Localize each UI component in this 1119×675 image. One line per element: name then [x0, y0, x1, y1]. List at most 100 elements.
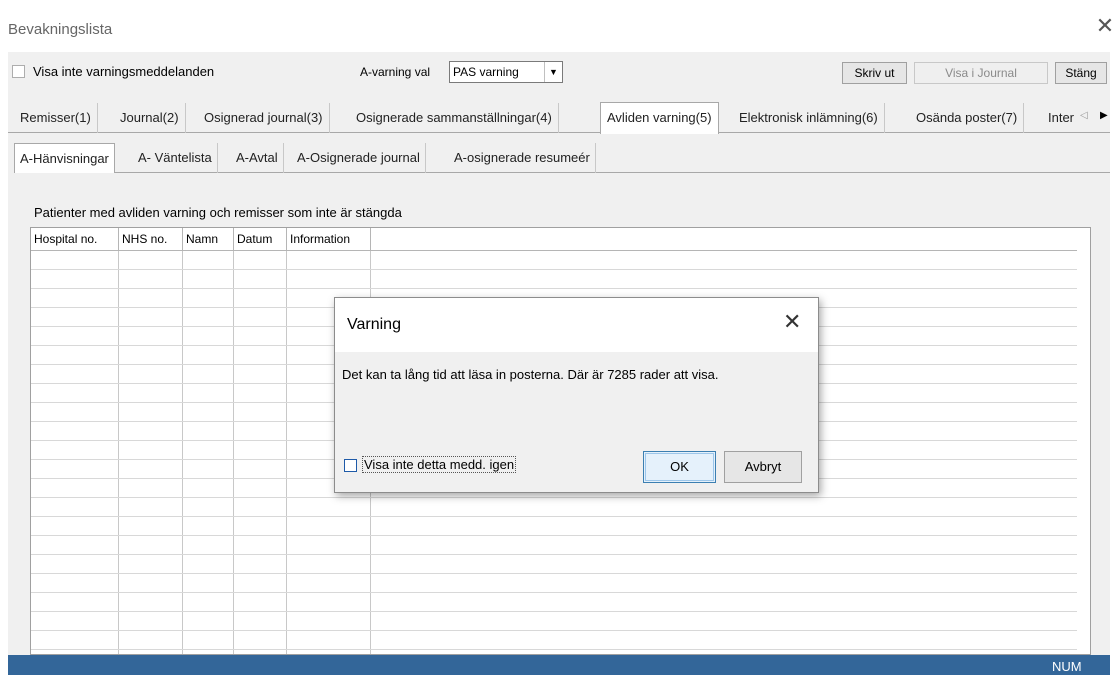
- tab-osignerade-sammanstallningar[interactable]: Osignerade sammanställningar(4): [350, 103, 559, 133]
- table-cell: [182, 611, 234, 631]
- scroll-right-icon[interactable]: ▶: [1100, 110, 1108, 121]
- tab-avliden-varning[interactable]: Avliden varning(5): [600, 102, 719, 134]
- table-cell: [118, 535, 183, 555]
- table-cell: [31, 554, 119, 574]
- table-cell: [233, 402, 287, 422]
- table-cell: [31, 535, 119, 555]
- table-cell: [31, 573, 119, 593]
- col-filler: [370, 228, 1077, 251]
- table-cell: [182, 364, 234, 384]
- table-cell: [31, 497, 119, 517]
- table-cell: [286, 535, 371, 555]
- table-cell: [233, 592, 287, 612]
- table-cell: [182, 326, 234, 346]
- warning-dialog: Varning ✕ Det kan ta lång tid att läsa i…: [334, 297, 819, 493]
- table-cell: [118, 516, 183, 536]
- table-row[interactable]: [31, 573, 1077, 593]
- col-datum[interactable]: Datum: [233, 228, 287, 251]
- tab-journal[interactable]: Journal(2): [114, 103, 186, 133]
- table-header-row: Hospital no. NHS no. Namn Datum Informat…: [31, 228, 1077, 251]
- table-cell: [31, 269, 119, 289]
- dialog-dont-show-checkbox[interactable]: [344, 459, 357, 472]
- table-cell: [286, 573, 371, 593]
- table-cell: [233, 440, 287, 460]
- col-namn[interactable]: Namn: [182, 228, 234, 251]
- tab-inter[interactable]: Inter: [1042, 103, 1080, 133]
- chevron-down-icon[interactable]: ▼: [544, 62, 562, 82]
- table-cell: [182, 307, 234, 327]
- table-cell: [31, 440, 119, 460]
- table-cell: [31, 402, 119, 422]
- table-cell: [182, 402, 234, 422]
- a-varning-select[interactable]: PAS varning ▼: [449, 61, 563, 83]
- table-cell: [182, 592, 234, 612]
- table-cell: [286, 497, 371, 517]
- print-button[interactable]: Skriv ut: [842, 62, 907, 84]
- table-cell: [118, 440, 183, 460]
- table-row[interactable]: [31, 630, 1077, 650]
- table-cell: [233, 611, 287, 631]
- close-button[interactable]: Stäng: [1055, 62, 1107, 84]
- table-cell: [31, 250, 119, 270]
- table-cell: [118, 459, 183, 479]
- dialog-ok-button[interactable]: OK: [643, 451, 716, 483]
- table-cell: [233, 250, 287, 270]
- table-cell: [233, 497, 287, 517]
- table-cell: [118, 326, 183, 346]
- table-cell: [118, 345, 183, 365]
- num-lock-indicator: NUM: [1052, 659, 1082, 674]
- table-cell: [370, 497, 1077, 517]
- table-cell: [233, 345, 287, 365]
- table-cell: [118, 383, 183, 403]
- table-row[interactable]: [31, 516, 1077, 536]
- table-cell: [182, 535, 234, 555]
- table-row[interactable]: [31, 611, 1077, 631]
- table-cell: [118, 554, 183, 574]
- table-row[interactable]: [31, 554, 1077, 574]
- table-cell: [233, 326, 287, 346]
- col-nhs-no[interactable]: NHS no.: [118, 228, 183, 251]
- window-close-icon[interactable]: ✕: [1094, 16, 1116, 38]
- table-cell: [118, 497, 183, 517]
- table-row[interactable]: [31, 535, 1077, 555]
- subtab-vantelista[interactable]: A- Väntelista: [133, 143, 218, 173]
- title-bar: [0, 8, 1119, 52]
- tab-remisser[interactable]: Remisser(1): [14, 103, 98, 133]
- subtab-osignerade-resumeer[interactable]: A-osignerade resumeér: [449, 143, 596, 173]
- table-cell: [118, 364, 183, 384]
- status-bar: [8, 655, 1110, 675]
- table-row[interactable]: [31, 269, 1077, 289]
- table-cell: [370, 516, 1077, 536]
- table-cell: [31, 611, 119, 631]
- show-in-journal-button[interactable]: Visa i Journal: [914, 62, 1048, 84]
- table-cell: [370, 250, 1077, 270]
- tab-osignerad-journal[interactable]: Osignerad journal(3): [198, 103, 330, 133]
- top-strip: [0, 0, 1119, 8]
- table-row[interactable]: [31, 497, 1077, 517]
- tab-osanda-poster[interactable]: Osända poster(7): [910, 103, 1025, 133]
- table-cell: [286, 250, 371, 270]
- table-cell: [286, 611, 371, 631]
- table-cell: [233, 307, 287, 327]
- subtab-osignerade-journal[interactable]: A-Osignerade journal: [292, 143, 426, 173]
- table-cell: [31, 288, 119, 308]
- table-cell: [370, 554, 1077, 574]
- table-cell: [118, 269, 183, 289]
- tab-elektronisk-inlamning[interactable]: Elektronisk inlämning(6): [733, 103, 885, 133]
- table-row[interactable]: [31, 592, 1077, 612]
- dialog-cancel-button[interactable]: Avbryt: [724, 451, 802, 483]
- table-row[interactable]: [31, 250, 1077, 270]
- subtab-hanvisningar[interactable]: A-Hänvisningar: [14, 143, 115, 173]
- table-cell: [370, 630, 1077, 650]
- subtab-avtal[interactable]: A-Avtal: [231, 143, 284, 173]
- table-cell: [31, 364, 119, 384]
- hide-warnings-checkbox[interactable]: [12, 65, 25, 78]
- table-cell: [233, 288, 287, 308]
- col-hospital-no[interactable]: Hospital no.: [31, 228, 119, 251]
- col-information[interactable]: Information: [286, 228, 371, 251]
- dialog-close-icon[interactable]: ✕: [783, 310, 801, 335]
- table-cell: [118, 630, 183, 650]
- dialog-message: Det kan ta lång tid att läsa in posterna…: [342, 367, 719, 382]
- table-cell: [233, 364, 287, 384]
- scroll-left-icon[interactable]: ◁: [1080, 110, 1088, 121]
